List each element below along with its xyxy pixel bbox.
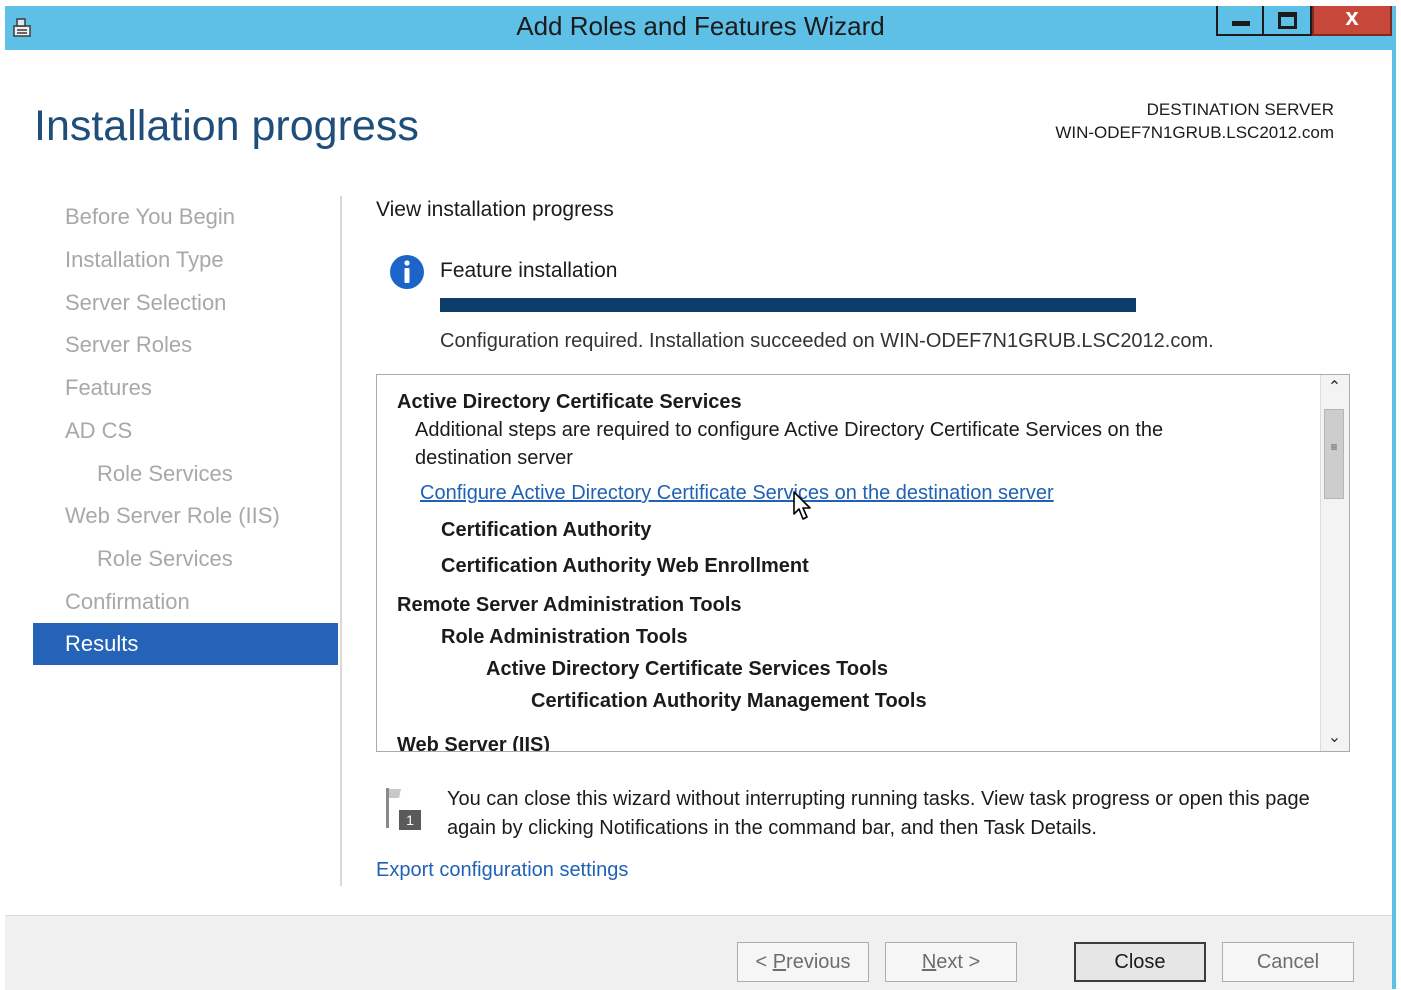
previous-prefix: < bbox=[755, 951, 773, 973]
sidebar-item-adcs-role-services[interactable]: Role Services bbox=[33, 453, 338, 495]
result-adcs-description-line1: Additional steps are required to configu… bbox=[415, 419, 1164, 441]
results-scrollbar[interactable]: ⌃ ≡ ⌄ bbox=[1320, 375, 1349, 751]
sidebar-item-features[interactable]: Features bbox=[33, 367, 338, 409]
svg-text:1: 1 bbox=[406, 812, 414, 828]
close-window-button[interactable]: x bbox=[1312, 4, 1392, 36]
close-wizard-note: You can close this wizard without interr… bbox=[447, 788, 1310, 839]
sidebar-item-results[interactable]: Results bbox=[33, 623, 338, 665]
result-certification-authority: Certification Authority bbox=[441, 519, 652, 541]
result-ca-web-enrollment: Certification Authority Web Enrollment bbox=[441, 555, 809, 577]
progress-bar-fill bbox=[440, 298, 1136, 312]
feature-installation-label: Feature installation bbox=[440, 259, 618, 282]
notification-flag-icon: 1 bbox=[386, 788, 421, 830]
close-button[interactable]: Close bbox=[1074, 942, 1206, 982]
sidebar-item-web-server-role[interactable]: Web Server Role (IIS) bbox=[33, 495, 338, 537]
page-title: Installation progress bbox=[34, 102, 419, 150]
sidebar-item-installation-type[interactable]: Installation Type bbox=[33, 239, 338, 281]
window-title: Add Roles and Features Wizard bbox=[516, 11, 885, 41]
result-ca-management-tools: Certification Authority Management Tools bbox=[531, 690, 927, 712]
configure-adcs-link[interactable]: Configure Active Directory Certificate S… bbox=[420, 482, 1054, 505]
previous-button[interactable]: < Previous bbox=[737, 942, 869, 982]
next-button[interactable]: Next > bbox=[885, 942, 1017, 982]
scrollbar-thumb[interactable]: ≡ bbox=[1324, 409, 1344, 499]
previous-label-rest: revious bbox=[786, 951, 851, 973]
result-role-administration-tools: Role Administration Tools bbox=[441, 626, 688, 648]
result-adcs-title: Active Directory Certificate Services bbox=[397, 391, 742, 413]
minimize-button[interactable] bbox=[1216, 6, 1264, 36]
maximize-button[interactable] bbox=[1264, 6, 1312, 36]
result-web-server-iis: Web Server (IIS) bbox=[397, 734, 551, 752]
installation-status-text: Configuration required. Installation suc… bbox=[440, 330, 1214, 352]
scroll-up-icon[interactable]: ⌃ bbox=[1321, 375, 1348, 401]
sidebar-divider bbox=[340, 196, 342, 886]
destination-server-name: WIN-ODEF7N1GRUB.LSC2012.com bbox=[1055, 123, 1334, 142]
result-adcs-description-line2: destination server bbox=[415, 447, 573, 469]
next-label-rest: ext > bbox=[936, 951, 981, 973]
cancel-button[interactable]: Cancel bbox=[1222, 942, 1354, 982]
previous-accelerator: P bbox=[772, 951, 787, 973]
view-progress-label: View installation progress bbox=[376, 198, 614, 221]
mouse-cursor-icon bbox=[793, 491, 811, 520]
close-icon: x bbox=[1345, 4, 1359, 31]
wizard-footer: < Previous Next > Close Cancel bbox=[5, 915, 1392, 990]
sidebar-item-server-roles[interactable]: Server Roles bbox=[33, 324, 338, 366]
export-configuration-link[interactable]: Export configuration settings bbox=[376, 859, 628, 882]
destination-server-label: DESTINATION SERVER bbox=[1146, 100, 1334, 119]
info-icon bbox=[390, 255, 424, 289]
sidebar-item-before-you-begin[interactable]: Before You Begin bbox=[33, 196, 338, 238]
result-adcs-tools: Active Directory Certificate Services To… bbox=[486, 658, 889, 680]
wizard-window: Add Roles and Features Wizard x Installa… bbox=[5, 4, 1396, 990]
sidebar-item-ad-cs[interactable]: AD CS bbox=[33, 410, 338, 452]
sidebar-item-server-selection[interactable]: Server Selection bbox=[33, 282, 338, 324]
next-accelerator: N bbox=[921, 951, 937, 973]
sidebar-item-iis-role-services[interactable]: Role Services bbox=[33, 538, 338, 580]
sidebar-item-confirmation[interactable]: Confirmation bbox=[33, 581, 338, 623]
results-list[interactable]: Active Directory Certificate Services Ad… bbox=[376, 374, 1350, 752]
result-rsat: Remote Server Administration Tools bbox=[397, 594, 742, 616]
title-bar[interactable]: Add Roles and Features Wizard x bbox=[5, 4, 1396, 50]
grip-icon: ≡ bbox=[1330, 440, 1338, 454]
installation-progress-bar bbox=[440, 298, 1136, 312]
scroll-down-icon[interactable]: ⌄ bbox=[1321, 725, 1348, 751]
